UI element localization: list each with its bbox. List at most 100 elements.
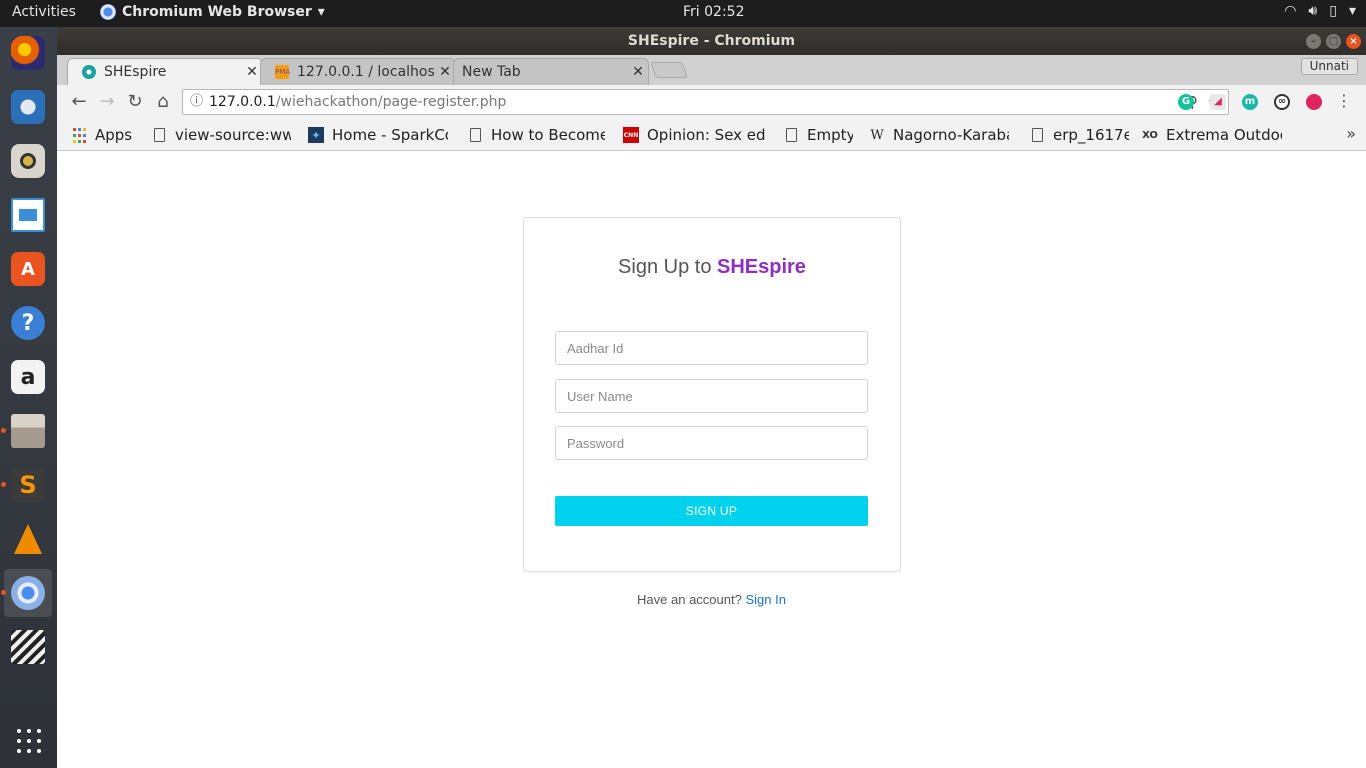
firefox-icon [11, 36, 45, 70]
sign-in-link[interactable]: Sign In [745, 592, 785, 607]
gnome-top-bar: Activities Chromium Web Browser ▾ Fri 02… [0, 0, 1366, 27]
bookmark-apps[interactable]: Apps [71, 125, 141, 145]
dock-amazon[interactable]: a [4, 353, 52, 401]
bookmark-opinion[interactable]: CNN Opinion: Sex ed [623, 125, 766, 145]
shespire-favicon-icon [82, 65, 96, 79]
bookmark-extrema[interactable]: XO Extrema Outdoo [1142, 125, 1282, 145]
sublime-text-icon: S [11, 468, 45, 502]
window-title: SHEspire - Chromium [627, 33, 796, 49]
page-icon [151, 127, 167, 143]
app-menu[interactable]: Chromium Web Browser ▾ [100, 4, 325, 20]
password-field[interactable] [555, 426, 868, 460]
bookmark-label: Opinion: Sex ed [647, 126, 766, 144]
amazon-icon: a [11, 360, 45, 394]
address-bar[interactable]: ⓘ 127.0.0.1/wiehackathon/page-register.p… [182, 89, 1229, 115]
apps-grid-icon [71, 127, 87, 143]
info-icon[interactable]: ⓘ [190, 90, 203, 114]
show-applications-icon[interactable] [17, 729, 41, 753]
dock-rhythmbox[interactable] [4, 137, 52, 185]
running-indicator [1, 428, 6, 433]
tab-new-tab[interactable]: New Tab ✕ [453, 58, 649, 85]
bookmark-label: Extrema Outdoo [1166, 126, 1282, 144]
dock-vlc[interactable] [4, 515, 52, 563]
video-editor-icon [11, 630, 45, 664]
close-tab-icon[interactable]: ✕ [628, 64, 648, 80]
files-icon [11, 414, 45, 448]
thunderbird-icon [11, 90, 45, 124]
have-account-text: Have an account? [637, 592, 742, 607]
page-content: Sign Up to SHEspire SIGN UP Have an acco… [57, 152, 1366, 768]
aadhar-id-field[interactable] [555, 331, 868, 365]
chromium-icon [11, 576, 45, 610]
bookmark-label: erp_1617e [1053, 126, 1129, 144]
bookmark-empty[interactable]: Empty [783, 125, 853, 145]
battery-icon: ▯ [1329, 3, 1337, 19]
system-tray[interactable]: ◠ 🔊︎ ▯ ▾ [1284, 3, 1356, 19]
grammarly-icon[interactable]: G [1178, 94, 1194, 110]
dock-writer[interactable] [4, 191, 52, 239]
signup-heading: Sign Up to SHEspire [524, 256, 900, 279]
help-icon: ? [11, 306, 45, 340]
tab-strip: SHEspire ✕ PMA 127.0.0.1 / localhost ✕ N… [57, 55, 1366, 85]
bookmark-label: How to Become [491, 126, 605, 144]
extension-pink-icon[interactable] [1306, 94, 1322, 110]
reload-icon[interactable]: ↻ [123, 90, 147, 114]
extension-red-icon[interactable]: ◢ [1210, 94, 1226, 110]
page-icon [1029, 127, 1045, 143]
chromium-icon [100, 4, 116, 20]
libreoffice-writer-icon [11, 198, 45, 232]
xo-icon: XO [1142, 129, 1158, 141]
username-field[interactable] [555, 379, 868, 413]
extension-m-icon[interactable]: m [1242, 94, 1258, 110]
dock-firefox[interactable] [4, 29, 52, 77]
dock-sublime[interactable]: S [1, 461, 52, 509]
bookmarks-bar: Apps view-source:ww ✦ Home - SparkCog Ho… [57, 119, 1366, 151]
clock[interactable]: Fri 02:52 [683, 4, 744, 20]
page-icon [467, 127, 483, 143]
dock-thunderbird[interactable] [4, 83, 52, 131]
forward-icon[interactable]: → [95, 90, 119, 114]
maximize-button[interactable]: □ [1326, 34, 1341, 49]
bookmark-label: view-source:ww [175, 126, 291, 144]
bookmark-label: Nagorno-Karaba [893, 126, 1009, 144]
vlc-icon [11, 522, 45, 556]
chevron-down-icon: ▾ [317, 4, 325, 20]
tab-phpmyadmin[interactable]: PMA 127.0.0.1 / localhost ✕ [260, 58, 456, 85]
close-window-button[interactable]: × [1346, 34, 1361, 49]
tab-shespire[interactable]: SHEspire ✕ [67, 58, 263, 85]
sparkcog-icon: ✦ [308, 127, 324, 143]
menu-icon[interactable]: ⋮ [1336, 91, 1352, 110]
dock-help[interactable]: ? [4, 299, 52, 347]
extension-loop-icon[interactable]: ∞ [1274, 94, 1290, 110]
heading-prefix: Sign Up to [618, 256, 717, 278]
dock-video-editor[interactable] [4, 623, 52, 671]
more-bookmarks-icon[interactable]: » [1346, 124, 1356, 143]
window-title-bar: SHEspire - Chromium – □ × [57, 27, 1366, 55]
dock-software[interactable]: A [4, 245, 52, 293]
brand-name: SHEspire [717, 256, 806, 278]
bookmark-nagorno[interactable]: W Nagorno-Karaba [869, 125, 1009, 145]
close-tab-icon[interactable]: ✕ [242, 64, 262, 80]
app-menu-label: Chromium Web Browser [122, 4, 312, 20]
running-indicator [1, 590, 6, 595]
volume-icon: 🔊︎ [1308, 3, 1318, 19]
bookmark-sparkcog[interactable]: ✦ Home - SparkCog [308, 125, 448, 145]
sign-up-button[interactable]: SIGN UP [555, 496, 868, 526]
page-icon [783, 127, 799, 143]
bookmark-how-to-become[interactable]: How to Become [467, 125, 605, 145]
bookmark-label: Apps [95, 126, 133, 144]
new-tab-button[interactable] [650, 62, 688, 78]
dock-files[interactable] [1, 407, 52, 455]
activities-button[interactable]: Activities [12, 4, 76, 20]
bookmark-erp[interactable]: erp_1617e [1029, 125, 1129, 145]
tab-label: New Tab [462, 64, 521, 80]
url-path: /wiehackathon/page-register.php [275, 94, 507, 110]
bookmark-view-source[interactable]: view-source:ww [151, 125, 291, 145]
close-tab-icon[interactable]: ✕ [435, 64, 455, 80]
dock-chromium[interactable] [1, 569, 52, 617]
home-icon[interactable]: ⌂ [151, 90, 175, 114]
profile-button[interactable]: Unnati [1300, 58, 1358, 75]
back-icon[interactable]: ← [67, 90, 91, 114]
wifi-icon: ◠ [1284, 3, 1297, 19]
minimize-button[interactable]: – [1306, 34, 1321, 49]
